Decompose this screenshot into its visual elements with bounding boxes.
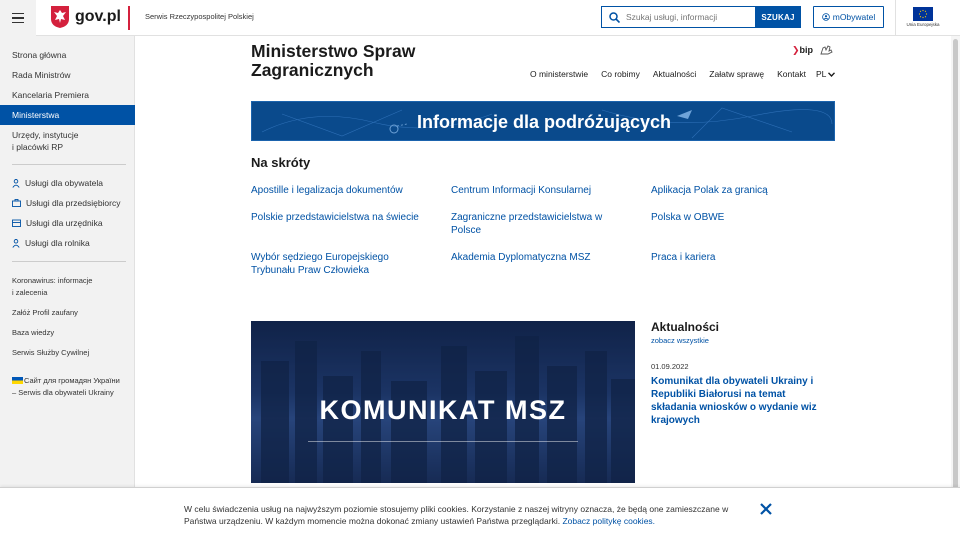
shortcut-link[interactable]: Apostille i legalizacja dokumentów [251, 184, 436, 197]
sidebar-item-uslugi-przedsiebiorca[interactable]: Usługi dla przedsiębiorcy [12, 198, 121, 208]
mobywatel-label: mObywatel [832, 12, 876, 22]
sidebar-item-baza-wiedzy[interactable]: Baza wiedzy [12, 327, 130, 339]
ukraine-flag-icon [12, 377, 23, 384]
sign-language-icon[interactable] [818, 44, 834, 56]
mobywatel-button[interactable]: mObywatel [813, 6, 884, 28]
cookie-text: W celu świadczenia usług na najwyższym p… [184, 503, 754, 527]
nav-aktualnosci[interactable]: Aktualności [653, 69, 696, 79]
bip-arrow-icon: ❯ [792, 45, 800, 55]
news-date: 01.09.2022 [651, 362, 689, 371]
shortcut-link[interactable]: Wybór sędziego Europejskiego Trybunału P… [251, 251, 426, 277]
travel-info-banner[interactable]: Informacje dla podróżujących [251, 101, 835, 141]
sidebar-item-koronawirus[interactable]: Koronawirus: informacje i zalecenia [12, 275, 130, 299]
sidebar-item-ministerstwa[interactable]: Ministerstwa [0, 105, 135, 125]
office-icon [12, 219, 21, 227]
shortcut-link[interactable]: Aplikacja Polak za granicą [651, 184, 836, 197]
shortcuts-title: Na skróty [251, 155, 311, 170]
nav-co-robimy[interactable]: Co robimy [601, 69, 640, 79]
sidebar-item-kancelaria[interactable]: Kancelaria Premiera [0, 89, 135, 101]
search-input[interactable] [626, 12, 752, 22]
page-scrollbar[interactable] [951, 36, 960, 540]
logo-divider [128, 6, 130, 30]
banner-text: Informacje dla podróżujących [416, 112, 672, 132]
sidebar-item-label: Usługi dla obywatela [25, 178, 103, 188]
chevron-down-icon [828, 71, 836, 77]
sidebar-divider [12, 164, 126, 165]
shortcut-link[interactable]: Praca i kariera [651, 251, 836, 264]
photo-divider [308, 441, 578, 442]
top-header: gov.pl Serwis Rzeczypospolitej Polskiej … [0, 0, 960, 36]
news-section-title: Aktualności [651, 320, 720, 334]
shortcut-link[interactable]: Zagraniczne przedstawicielstwa w Polsce [451, 211, 626, 237]
logo-text: gov.pl [75, 8, 121, 25]
nav-kontakt[interactable]: Kontakt [777, 69, 806, 79]
bip-label: bip [799, 45, 814, 55]
shortcut-link[interactable]: Polskie przedstawicielstwa na świecie [251, 211, 441, 224]
search-icon [602, 7, 626, 27]
sidebar-item-profil-zaufany[interactable]: Załóż Profil zaufany [12, 307, 130, 319]
hamburger-menu-icon[interactable] [0, 0, 36, 36]
eu-badge: Unia Europejska [904, 7, 942, 27]
eu-flag-icon [913, 7, 933, 21]
sidebar-item-label: Usługi dla przedsiębiorcy [26, 198, 121, 208]
sidebar-item-ukraina[interactable]: Сайт для громадян України – Serwis dla o… [12, 375, 130, 399]
shortcut-link[interactable]: Centrum Informacji Konsularnej [451, 184, 636, 197]
eagle-emblem-icon [51, 6, 69, 28]
sidebar-item-uslugi-rolnik[interactable]: Usługi dla rolnika [12, 238, 90, 248]
page-title: Ministerstwo Spraw Zagranicznych [251, 41, 416, 80]
sidebar-item-sluzba-cywilna[interactable]: Serwis Służby Cywilnej [12, 347, 130, 359]
sidebar-item-uslugi-obywatel[interactable]: Usługi dla obywatela [12, 178, 103, 188]
cookie-banner: W celu świadczenia usług na najwyższym p… [0, 487, 960, 540]
bip-link[interactable]: ❯bip [792, 45, 813, 56]
sidebar-item-label: Usługi dla urzędnika [26, 218, 103, 228]
person-icon [12, 178, 20, 188]
user-circle-icon [821, 13, 830, 21]
news-headline-link[interactable]: Komunikat dla obywateli Ukrainy i Republ… [651, 375, 826, 427]
gov-pl-logo[interactable]: gov.pl [50, 5, 121, 29]
language-selector[interactable]: PL [816, 69, 836, 79]
search-button[interactable]: SZUKAJ [755, 6, 801, 28]
shortcut-link[interactable]: Akademia Dyplomatyczna MSZ [451, 251, 636, 264]
sidebar-item-label: Сайт для громадян України – Serwis dla o… [12, 376, 120, 397]
sidebar-item-home[interactable]: Strona główna [0, 49, 135, 61]
language-label: PL [816, 69, 827, 79]
nav-o-ministerstwie[interactable]: O ministerstwie [530, 69, 588, 79]
sidebar: Strona główna Rada Ministrów Kancelaria … [0, 36, 135, 540]
sidebar-item-rada-ministrow[interactable]: Rada Ministrów [0, 69, 135, 81]
komunikat-photo[interactable]: KOMUNIKAT MSZ [251, 321, 635, 483]
top-navigation: O ministerstwie Co robimy Aktualności Za… [530, 69, 819, 79]
sidebar-item-uslugi-urzednik[interactable]: Usługi dla urzędnika [12, 218, 103, 228]
news-see-all-link[interactable]: zobacz wszystkie [651, 336, 709, 345]
nav-zalatw-sprawe[interactable]: Załatw sprawę [709, 69, 764, 79]
sidebar-item-label: Usługi dla rolnika [25, 238, 90, 248]
eu-label: Unia Europejska [906, 22, 940, 27]
sidebar-item-urzedy[interactable]: Urzędy, instytucje i placówki RP [0, 129, 135, 153]
sidebar-divider [12, 261, 126, 262]
cookie-policy-link[interactable]: Zobacz politykę cookies. [562, 516, 655, 526]
shortcut-link[interactable]: Polska w OBWE [651, 211, 836, 224]
briefcase-icon [12, 199, 21, 207]
komunikat-text: KOMUNIKAT MSZ [319, 395, 567, 425]
person-icon [12, 238, 20, 248]
eu-divider [895, 0, 896, 36]
scrollbar-thumb[interactable] [953, 39, 958, 499]
search-box[interactable] [601, 6, 755, 28]
close-icon[interactable] [759, 502, 773, 516]
serwis-label: Serwis Rzeczypospolitej Polskiej [145, 12, 254, 21]
